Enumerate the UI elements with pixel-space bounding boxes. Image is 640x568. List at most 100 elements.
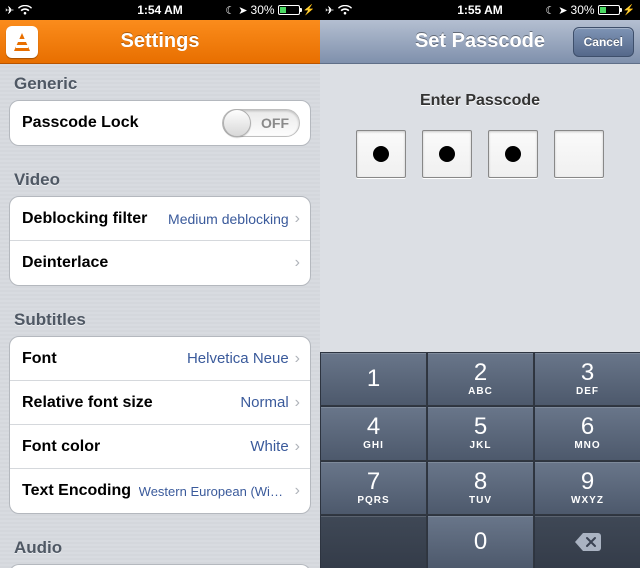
group-video: Deblocking filter Medium deblocking › De… [9, 196, 311, 286]
key-number: 2 [474, 361, 487, 385]
passcode-lock-toggle[interactable]: OFF [222, 109, 300, 137]
key-letters: ABC [468, 386, 493, 397]
chevron-right-icon: › [295, 394, 300, 412]
encoding-value: Western European (Win… [139, 484, 289, 499]
passcode-dots [320, 130, 640, 178]
battery-icon [598, 5, 620, 15]
location-icon: ➤ [238, 4, 247, 17]
key-number: 3 [581, 361, 594, 385]
location-icon: ➤ [558, 4, 567, 17]
cancel-button[interactable]: Cancel [573, 27, 634, 57]
dot-filled-icon [373, 146, 389, 162]
backspace-icon [574, 532, 602, 552]
passcode-box-1 [356, 130, 406, 178]
passcode-nav-bar: Set Passcode Cancel [320, 20, 640, 64]
color-label: Font color [22, 438, 100, 456]
toggle-state: OFF [261, 110, 289, 136]
key-0[interactable]: 0 [427, 515, 533, 568]
key-3[interactable]: 3 DEF [534, 352, 640, 405]
battery-icon [278, 5, 300, 15]
deblocking-value: Medium deblocking [168, 211, 289, 227]
status-bar: ✈ 1:54 AM ☾ ➤ 30% ⚡ [0, 0, 320, 20]
key-letters: DEF [576, 386, 599, 397]
row-passcode-lock[interactable]: Passcode Lock OFF [10, 101, 310, 145]
passcode-screen: ✈ 1:55 AM ☾ ➤ 30% ⚡ Set Passcode Cancel … [320, 0, 640, 568]
charging-icon: ⚡ [303, 5, 315, 16]
key-letters: WXYZ [571, 495, 604, 506]
key-number: 4 [367, 415, 380, 439]
key-5[interactable]: 5 JKL [427, 406, 533, 459]
key-1[interactable]: 1 [320, 352, 426, 405]
section-header-audio: Audio [0, 528, 320, 564]
relsize-label: Relative font size [22, 394, 153, 412]
chevron-right-icon: › [295, 350, 300, 368]
chevron-right-icon: › [295, 210, 300, 228]
settings-body[interactable]: Generic Passcode Lock OFF Video Deblocki… [0, 64, 320, 568]
key-number: 9 [581, 470, 594, 494]
wifi-icon [338, 5, 352, 15]
dot-filled-icon [505, 146, 521, 162]
dnd-moon-icon: ☾ [545, 4, 555, 17]
dnd-moon-icon: ☾ [225, 4, 235, 17]
encoding-label: Text Encoding [22, 482, 131, 500]
enter-passcode-label: Enter Passcode [320, 92, 640, 110]
key-number: 6 [581, 415, 594, 439]
key-blank [320, 515, 426, 568]
key-letters: JKL [470, 440, 492, 451]
key-8[interactable]: 8 TUV [427, 461, 533, 514]
group-generic: Passcode Lock OFF [9, 100, 311, 146]
cancel-label: Cancel [584, 35, 623, 49]
row-text-encoding[interactable]: Text Encoding Western European (Win… › [10, 469, 310, 513]
page-title: Settings [121, 30, 200, 53]
dot-filled-icon [439, 146, 455, 162]
relsize-value: Normal [240, 394, 288, 411]
passcode-box-3 [488, 130, 538, 178]
row-deinterlace[interactable]: Deinterlace › [10, 241, 310, 285]
key-backspace[interactable] [534, 515, 640, 568]
key-letters: GHI [363, 440, 384, 451]
settings-nav-bar: Settings [0, 20, 320, 64]
key-letters: MNO [574, 440, 600, 451]
row-font-color[interactable]: Font color White › [10, 425, 310, 469]
wifi-icon [18, 5, 32, 15]
group-subtitles: Font Helvetica Neue › Relative font size… [9, 336, 311, 514]
key-letters: TUV [469, 495, 492, 506]
battery-percent: 30% [571, 3, 595, 17]
deblocking-label: Deblocking filter [22, 210, 147, 228]
font-label: Font [22, 350, 57, 368]
battery-percent: 30% [251, 3, 275, 17]
section-header-subtitles: Subtitles [0, 300, 320, 336]
airplane-mode-icon: ✈ [325, 4, 334, 17]
row-font[interactable]: Font Helvetica Neue › [10, 337, 310, 381]
passcode-body: Enter Passcode 1 2 ABC 3 DEF 4 GHI [320, 64, 640, 568]
settings-screen: ✈ 1:54 AM ☾ ➤ 30% ⚡ Settings Generic Pas… [0, 0, 320, 568]
key-4[interactable]: 4 GHI [320, 406, 426, 459]
key-number: 8 [474, 470, 487, 494]
key-6[interactable]: 6 MNO [534, 406, 640, 459]
vlc-app-icon[interactable] [6, 26, 38, 58]
charging-icon: ⚡ [623, 5, 635, 16]
section-header-generic: Generic [0, 64, 320, 100]
chevron-right-icon: › [295, 254, 300, 272]
deinterlace-label: Deinterlace [22, 254, 108, 272]
key-number: 5 [474, 415, 487, 439]
font-value: Helvetica Neue [187, 350, 289, 367]
section-header-video: Video [0, 160, 320, 196]
key-number: 7 [367, 470, 380, 494]
key-letters: PQRS [357, 495, 389, 506]
key-9[interactable]: 9 WXYZ [534, 461, 640, 514]
passcode-box-2 [422, 130, 472, 178]
toggle-knob[interactable] [223, 109, 251, 137]
passcode-lock-label: Passcode Lock [22, 114, 139, 132]
key-2[interactable]: 2 ABC [427, 352, 533, 405]
row-relative-size[interactable]: Relative font size Normal › [10, 381, 310, 425]
airplane-mode-icon: ✈ [5, 4, 14, 17]
key-7[interactable]: 7 PQRS [320, 461, 426, 514]
row-deblocking[interactable]: Deblocking filter Medium deblocking › [10, 197, 310, 241]
page-title: Set Passcode [415, 30, 545, 53]
key-number: 0 [474, 530, 487, 554]
color-value: White [250, 438, 288, 455]
chevron-right-icon: › [295, 438, 300, 456]
chevron-right-icon: › [295, 482, 300, 500]
passcode-box-4 [554, 130, 604, 178]
